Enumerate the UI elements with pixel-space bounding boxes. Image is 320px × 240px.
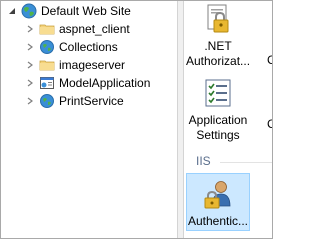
folder-icon — [39, 21, 55, 37]
folder-icon — [39, 57, 55, 73]
feature-label-line2: Settings — [196, 128, 240, 142]
tree-node-aspnet-client[interactable]: aspnet_client — [25, 19, 130, 39]
feature-application-settings[interactable]: Application Settings — [186, 77, 250, 143]
feature-net-authorization[interactable]: .NET Authorizat... — [186, 3, 250, 69]
user-lock-icon — [202, 178, 234, 210]
group-divider — [220, 162, 272, 163]
iis-manager-window: Default Web Site aspnet_client Collectio… — [0, 0, 273, 239]
tree-node-default-web-site[interactable]: Default Web Site — [7, 1, 131, 21]
cut-off-feature-label: C — [267, 117, 272, 131]
pane-splitter[interactable] — [177, 1, 184, 238]
tree-node-label: Default Web Site — [41, 4, 131, 18]
cut-off-feature-label: C — [267, 53, 272, 67]
expand-arrow-icon[interactable] — [25, 39, 35, 55]
feature-label-line2: Authorizat... — [186, 54, 251, 68]
connections-tree: Default Web Site aspnet_client Collectio… — [1, 1, 177, 238]
lock-document-icon — [202, 3, 234, 35]
feature-label-line1: .NET — [204, 39, 232, 53]
feature-authentication[interactable]: Authentic... — [186, 173, 250, 231]
expand-arrow-icon[interactable] — [25, 75, 35, 91]
collapse-arrow-icon[interactable] — [7, 3, 17, 19]
feature-label-line1: Application — [188, 113, 248, 127]
globe-icon — [21, 3, 37, 19]
group-header-iis: IIS — [196, 154, 211, 168]
expand-arrow-icon[interactable] — [25, 93, 35, 109]
tree-node-label: PrintService — [59, 94, 124, 108]
tree-node-collections[interactable]: Collections — [25, 37, 118, 57]
tree-node-label: imageserver — [59, 58, 126, 72]
tree-node-label: ModelApplication — [59, 76, 151, 90]
tree-node-imageserver[interactable]: imageserver — [25, 55, 125, 75]
globe-app-icon — [39, 93, 55, 109]
tree-node-label: aspnet_client — [59, 22, 130, 36]
feature-label: Authentic... — [187, 214, 249, 228]
web-app-icon — [39, 75, 55, 91]
tree-node-modelapplication[interactable]: ModelApplication — [25, 73, 150, 93]
globe-app-icon — [39, 39, 55, 55]
features-view: .NET Authorizat... Application Settings … — [184, 1, 272, 238]
tree-node-printservice[interactable]: PrintService — [25, 91, 124, 111]
expand-arrow-icon[interactable] — [25, 57, 35, 73]
checklist-icon — [202, 77, 234, 109]
expand-arrow-icon[interactable] — [25, 21, 35, 37]
tree-node-label: Collections — [59, 40, 118, 54]
